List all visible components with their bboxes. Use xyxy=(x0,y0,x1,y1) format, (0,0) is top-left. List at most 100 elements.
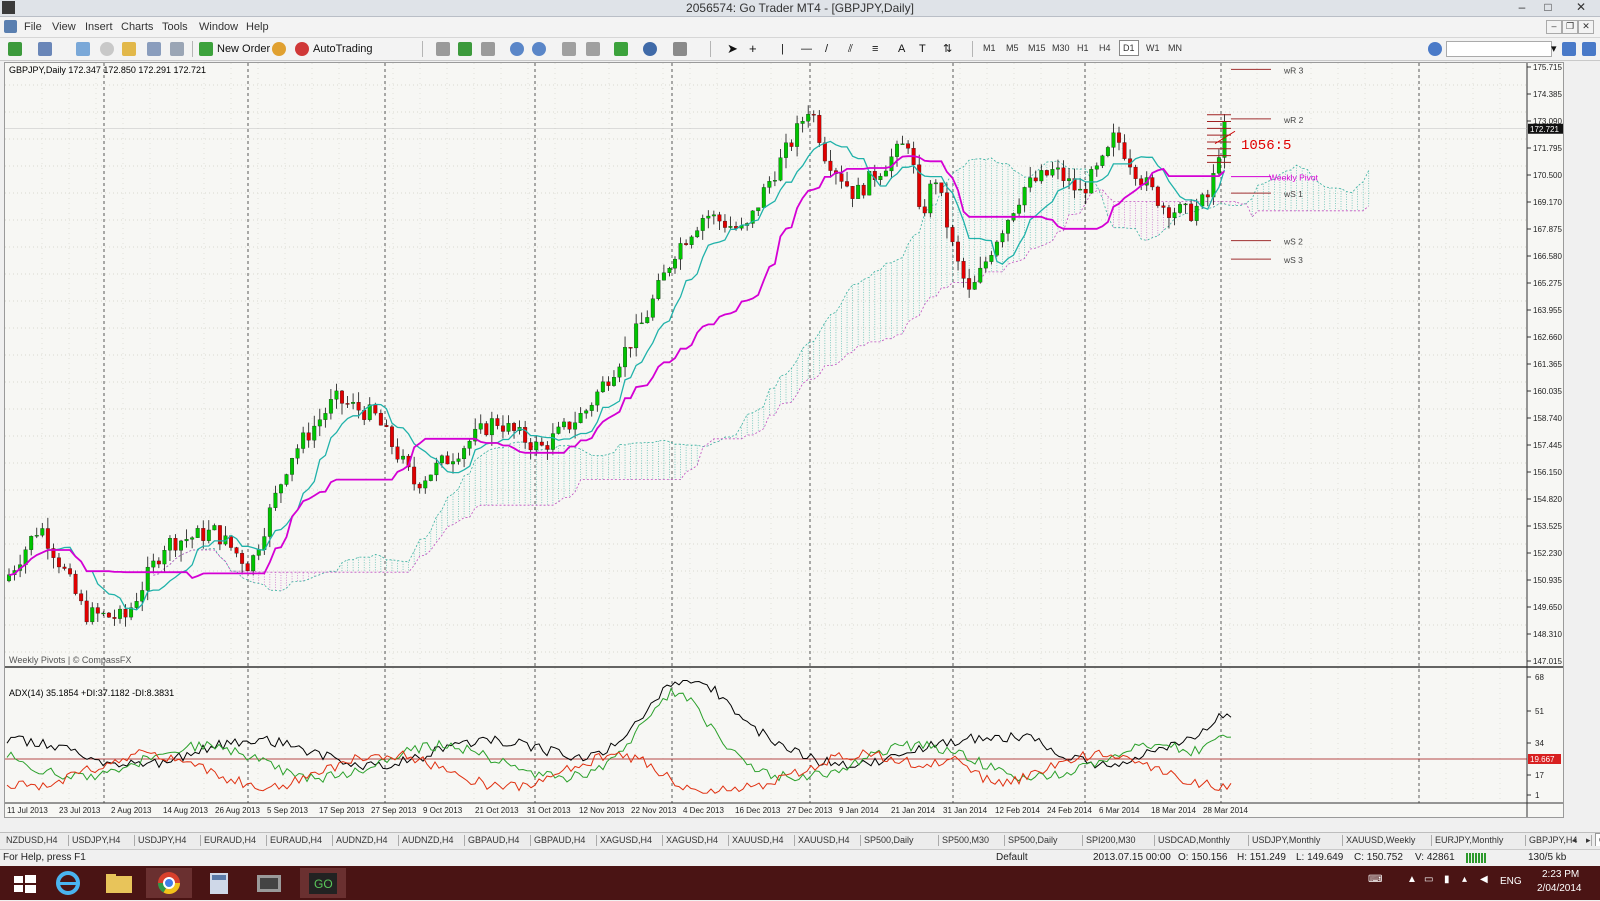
timeframe-d1[interactable]: D1 xyxy=(1119,40,1139,56)
new-chart-icon[interactable] xyxy=(8,42,22,56)
menu-insert[interactable]: Insert xyxy=(85,21,113,33)
strategy-tester-icon[interactable] xyxy=(147,42,161,56)
chart-tab[interactable]: EURAUD,H4 xyxy=(270,835,322,845)
new-order-button[interactable]: New Order xyxy=(217,41,270,57)
auto-scroll-icon[interactable] xyxy=(562,42,576,56)
periods-icon[interactable] xyxy=(643,42,657,56)
timeframe-mn[interactable]: MN xyxy=(1168,43,1182,53)
fibonacci-icon[interactable]: ≡ xyxy=(872,41,878,57)
crosshair-icon[interactable]: + xyxy=(749,41,757,57)
horizontal-line-icon[interactable]: — xyxy=(801,41,812,57)
start-button[interactable] xyxy=(2,868,48,898)
chart-tab[interactable]: EURJPY,Monthly xyxy=(1435,835,1503,845)
monitor-tray-icon[interactable]: ▭ xyxy=(1424,874,1433,885)
chart-tab[interactable]: GBPAUD,H4 xyxy=(468,835,519,845)
chart-tab[interactable]: SP500,Daily xyxy=(1008,835,1058,845)
menu-window[interactable]: Window xyxy=(199,21,238,33)
maximize-icon[interactable]: □ xyxy=(1536,0,1560,15)
child-minimize-icon[interactable]: – xyxy=(1546,20,1562,34)
line-chart-icon[interactable] xyxy=(481,42,495,56)
timeframe-h1[interactable]: H1 xyxy=(1077,43,1089,53)
chart-tab[interactable]: AUDNZD,H4 xyxy=(402,835,454,845)
profiles-icon[interactable] xyxy=(38,42,52,56)
settings-icon[interactable] xyxy=(1428,42,1442,56)
arrows-icon[interactable]: ⇅ xyxy=(943,41,952,57)
navigator-icon[interactable] xyxy=(100,42,114,56)
chart-tab[interactable]: SP500,M30 xyxy=(942,835,989,845)
volume-icon[interactable]: ◀ xyxy=(1480,874,1488,885)
chart-shift-icon[interactable] xyxy=(586,42,600,56)
tab-scroll-right-icon[interactable]: ▸ xyxy=(1586,835,1591,846)
menu-help[interactable]: Help xyxy=(246,21,269,33)
go-trader-icon[interactable]: GO xyxy=(300,868,346,898)
chart-tab[interactable]: GBPAUD,H4 xyxy=(534,835,585,845)
minimize-icon[interactable]: – xyxy=(1510,0,1534,15)
text-label-icon[interactable]: T xyxy=(919,41,926,57)
zoom-in-icon[interactable] xyxy=(510,42,524,56)
menu-view[interactable]: View xyxy=(52,21,76,33)
close-icon[interactable]: ✕ xyxy=(1566,0,1596,15)
file-explorer-icon[interactable] xyxy=(96,868,142,898)
trendline-icon[interactable]: / xyxy=(825,41,828,57)
text-icon[interactable]: A xyxy=(898,41,905,57)
chart-tab[interactable]: USDCAD,Monthly xyxy=(1158,835,1230,845)
menu-tools[interactable]: Tools xyxy=(162,21,188,33)
templates-icon[interactable] xyxy=(673,42,687,56)
timeframe-m1[interactable]: M1 xyxy=(983,43,996,53)
chart-tab[interactable]: USDJPY,Monthly xyxy=(1252,835,1320,845)
clock-time[interactable]: 2:23 PM xyxy=(1542,869,1579,880)
tray-arrow-icon[interactable]: ▲ xyxy=(1407,874,1417,885)
messages-icon[interactable] xyxy=(1582,42,1596,56)
tab-scroll-left-icon[interactable]: ◂ xyxy=(1572,835,1577,846)
battery-icon[interactable]: ▮ xyxy=(1444,874,1450,885)
child-close-icon[interactable]: ✕ xyxy=(1578,20,1594,34)
vertical-line-icon[interactable]: | xyxy=(781,41,784,57)
chrome-icon[interactable] xyxy=(146,868,192,898)
market-watch-icon[interactable] xyxy=(76,42,90,56)
zoom-out-icon[interactable] xyxy=(532,42,546,56)
indicators-icon[interactable] xyxy=(614,42,628,56)
timeframe-h4[interactable]: H4 xyxy=(1099,43,1111,53)
chart-tab[interactable]: SP500,Daily xyxy=(864,835,914,845)
cursor-icon[interactable]: ➤ xyxy=(727,41,738,57)
data-window-icon[interactable] xyxy=(170,42,184,56)
metaeditor-icon[interactable] xyxy=(272,42,286,56)
timeframe-m5[interactable]: M5 xyxy=(1006,43,1019,53)
chart-tab[interactable]: USDJPY,H4 xyxy=(72,835,120,845)
chart-tab[interactable]: XAGUSD,H4 xyxy=(666,835,718,845)
equidistant-channel-icon[interactable]: ⫽ xyxy=(848,41,853,57)
chart-tab[interactable]: AUDNZD,H4 xyxy=(336,835,388,845)
child-restore-icon[interactable]: ❐ xyxy=(1562,20,1578,34)
search-input[interactable] xyxy=(1446,41,1552,57)
network-icon[interactable]: ▴ xyxy=(1462,874,1467,885)
keyboard-icon[interactable]: ⌨ xyxy=(1368,874,1382,885)
timeframe-m15[interactable]: M15 xyxy=(1028,43,1046,53)
chart-tab[interactable]: EURAUD,H4 xyxy=(204,835,256,845)
film-icon[interactable] xyxy=(246,868,292,898)
chart-canvas[interactable]: 175.715174.385173.090171.795170.500169.1… xyxy=(5,63,1563,817)
chart-tab[interactable]: USDJPY,H4 xyxy=(138,835,186,845)
candlestick-icon[interactable] xyxy=(458,42,472,56)
timeframe-m30[interactable]: M30 xyxy=(1052,43,1070,53)
timeframe-w1[interactable]: W1 xyxy=(1146,43,1160,53)
chart-tab[interactable]: XAUUSD,H4 xyxy=(798,835,850,845)
ie-icon[interactable] xyxy=(46,868,92,898)
chart-tab[interactable]: NZDUSD,H4 xyxy=(6,835,58,845)
autotrading-button[interactable]: AutoTrading xyxy=(313,41,373,57)
chart-tab[interactable]: XAUUSD,H4 xyxy=(732,835,784,845)
menu-file[interactable]: File xyxy=(24,21,42,33)
language-indicator[interactable]: ENG xyxy=(1500,876,1522,887)
chart-window[interactable]: 175.715 174.385 173.090 171.795 170.500 169.1… xyxy=(4,62,1564,818)
dropdown-icon[interactable]: ▾ xyxy=(1551,41,1557,57)
chart-tab[interactable]: GBPJPY, xyxy=(1595,833,1600,846)
chart-tab[interactable]: XAGUSD,H4 xyxy=(600,835,652,845)
search-icon[interactable] xyxy=(1562,42,1576,56)
terminal-icon[interactable] xyxy=(122,42,136,56)
bar-chart-icon[interactable] xyxy=(436,42,450,56)
menu-charts[interactable]: Charts xyxy=(121,21,153,33)
chart-tab[interactable]: XAUUSD,Weekly xyxy=(1346,835,1415,845)
clock-date[interactable]: 2/04/2014 xyxy=(1537,883,1582,894)
chart-tab[interactable]: GBPJPY,H4 xyxy=(1529,835,1577,845)
calculator-icon[interactable] xyxy=(196,868,242,898)
chart-tab[interactable]: SPI200,M30 xyxy=(1086,835,1136,845)
